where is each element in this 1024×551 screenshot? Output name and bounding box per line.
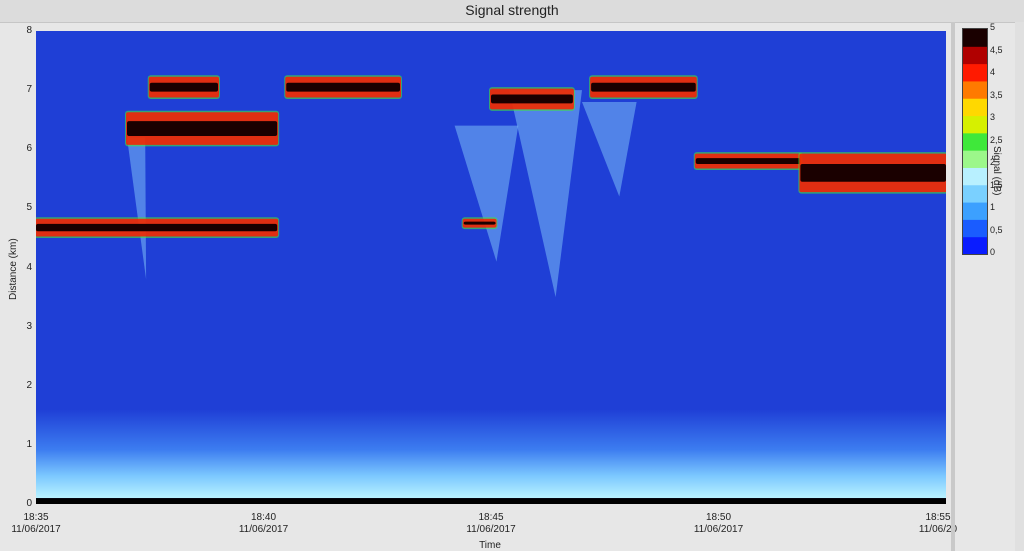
colorbar-tick-label: 4 bbox=[990, 67, 996, 77]
colorbar-segment bbox=[963, 184, 987, 203]
colorbar-segment bbox=[963, 63, 987, 82]
colorbar-segment bbox=[963, 167, 987, 186]
y-tick-label: 0 bbox=[26, 498, 32, 509]
vertical-scrollbar[interactable] bbox=[1015, 22, 1024, 551]
colorbar-tick-label: 0 bbox=[990, 247, 996, 257]
y-tick-label: 5 bbox=[26, 202, 32, 214]
ground-clutter-band bbox=[36, 409, 946, 499]
colorbar-tick-label: 4,5 bbox=[990, 44, 1003, 55]
echo-core bbox=[463, 221, 496, 225]
x-tick-label: 18:55 11/06/20 bbox=[918, 512, 958, 535]
colorbar-segment bbox=[963, 202, 987, 220]
x-tick-label: 18:35 11/06/2017 bbox=[11, 512, 61, 535]
chart-title: Signal strength bbox=[465, 2, 559, 18]
x-tick-label: 18:45 11/06/2017 bbox=[466, 512, 516, 535]
y-tick-label: 3 bbox=[26, 320, 32, 332]
colorbar-segment bbox=[963, 150, 987, 168]
y-tick-label: 7 bbox=[26, 84, 32, 96]
echo-core bbox=[149, 82, 218, 92]
heatmap-plot-area[interactable] bbox=[36, 31, 946, 504]
colorbar-segment bbox=[963, 46, 987, 65]
heatmap-svg bbox=[36, 31, 946, 504]
colorbar-segment bbox=[963, 132, 987, 151]
panel-divider[interactable] bbox=[951, 22, 955, 551]
colorbar-tick-label: 5 bbox=[990, 22, 996, 32]
x-axis-label: Time bbox=[479, 540, 501, 551]
colorbar-tick-label: 2,5 bbox=[990, 134, 1003, 145]
colorbar bbox=[962, 28, 988, 255]
colorbar-tick-label: 1 bbox=[990, 202, 996, 212]
echo-core bbox=[591, 82, 696, 92]
y-tick-label: 1 bbox=[26, 438, 32, 450]
colorbar-tick-label: 3,5 bbox=[990, 89, 1003, 100]
colorbar-segment bbox=[963, 80, 987, 99]
bottom-zero-band bbox=[36, 498, 946, 504]
colorbar-segment bbox=[963, 98, 987, 117]
colorbar-tick-label: 0,5 bbox=[990, 224, 1003, 235]
colorbar-segment bbox=[963, 236, 987, 255]
x-tick-label: 18:50 11/06/2017 bbox=[693, 512, 744, 535]
echo-core bbox=[800, 164, 946, 182]
y-tick-label: 6 bbox=[26, 143, 32, 155]
colorbar-tick-label: 3 bbox=[990, 112, 996, 122]
echo-core bbox=[491, 94, 573, 104]
y-tick-label: 8 bbox=[26, 25, 32, 36]
echo-core bbox=[695, 158, 801, 165]
x-tick-label: 18:40 11/06/2017 bbox=[238, 512, 289, 535]
colorbar-label: Signal (dB) bbox=[991, 146, 1002, 196]
y-tick-label: 2 bbox=[26, 379, 32, 391]
colorbar-segment bbox=[963, 115, 987, 134]
echo-core bbox=[127, 121, 278, 136]
y-axis-label: Distance (km) bbox=[8, 238, 19, 300]
title-bar: Signal strength bbox=[0, 0, 1024, 23]
colorbar-segment bbox=[963, 219, 987, 238]
y-tick-label: 4 bbox=[26, 261, 32, 273]
colorbar-segment bbox=[963, 29, 987, 47]
echo-core bbox=[36, 223, 278, 232]
echo-core bbox=[286, 82, 400, 92]
